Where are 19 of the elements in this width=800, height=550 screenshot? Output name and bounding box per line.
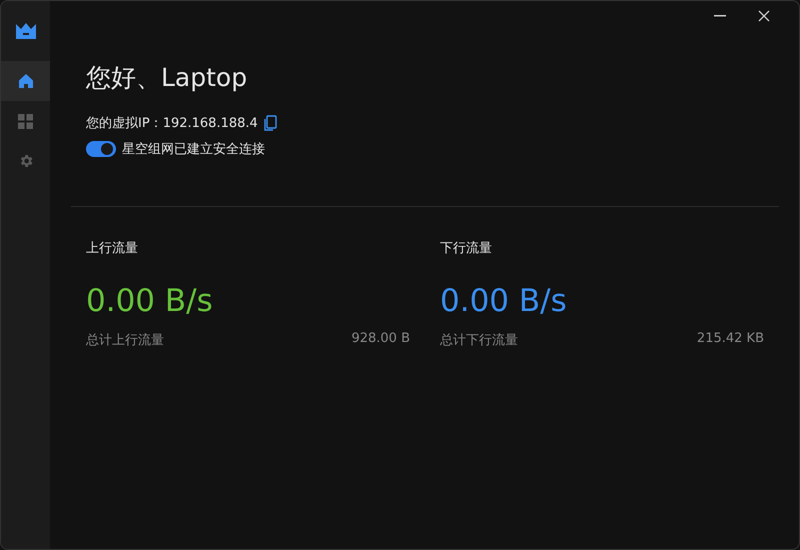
total-label: 总计上行流量: [86, 332, 164, 349]
connection-status: 星空组网已建立安全连接: [122, 141, 265, 158]
total-value: 215.42 KB: [696, 331, 764, 348]
sidebar-item[interactable]: [1, 61, 50, 101]
traffic-rate: 0.00 B/s: [440, 283, 568, 319]
home-icon: [18, 73, 34, 89]
crown-logo-icon: [16, 23, 36, 39]
traffic-title: 下行流量: [440, 240, 493, 257]
total-label: 总计下行流量: [440, 332, 518, 349]
traffic-title: 上行流量: [86, 240, 139, 257]
copy-icon[interactable]: [264, 115, 277, 131]
greeting-title: 您好、Laptop: [86, 62, 248, 94]
ip-label: 您的虚拟IP：192.168.188.4: [86, 115, 258, 132]
close-icon: [758, 10, 770, 22]
connection-toggle[interactable]: [86, 141, 116, 157]
total-value: 928.00 B: [351, 331, 410, 348]
apps-icon: [18, 114, 33, 128]
minimize-icon: [714, 15, 726, 17]
traffic-rate: 0.00 B/s: [86, 283, 214, 319]
